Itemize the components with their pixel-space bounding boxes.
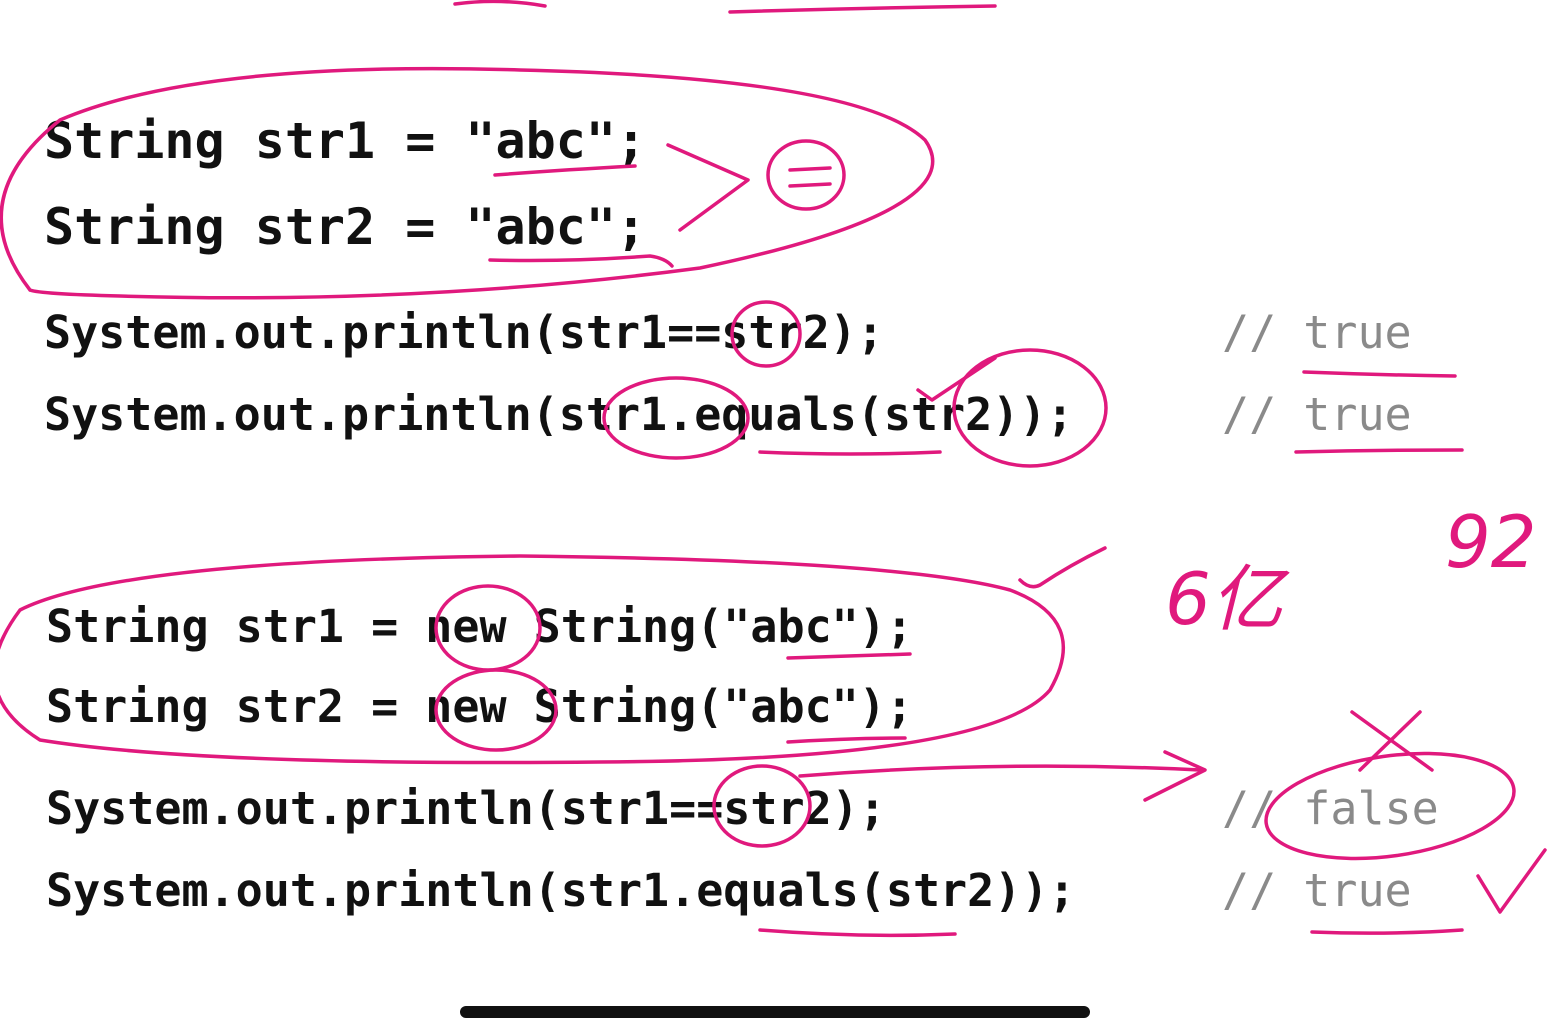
comment-result-true-2: // true <box>1222 388 1412 441</box>
underline-equals-2 <box>758 928 957 938</box>
underline-abc-4 <box>786 736 907 744</box>
underline-equals-1 <box>758 450 942 456</box>
code-line-str1-new: String str1 = new String("abc"); <box>46 600 913 653</box>
bracket-arrow <box>666 143 750 232</box>
code-line-str2-new: String str2 = new String("abc"); <box>46 680 913 733</box>
code-line-compare-equals-1: System.out.println(str1.equals(str2)); <box>44 388 1074 441</box>
underline-abc-3 <box>786 652 912 660</box>
comment-result-true-1: // true <box>1222 306 1412 359</box>
code-line-compare-ref-2: System.out.println(str1==str2); <box>46 782 886 835</box>
top-partial-stroke-2 <box>728 4 997 14</box>
code-line-str2-literal: String str2 = "abc"; <box>44 198 647 256</box>
home-indicator-bar[interactable] <box>460 1006 1090 1018</box>
equals-circle <box>766 139 846 211</box>
cross-line-2 <box>1358 710 1422 772</box>
block1-ellipse <box>0 66 935 300</box>
check-mark-block2 <box>1018 546 1107 589</box>
code-line-compare-equals-2: System.out.println(str1.equals(str2)); <box>46 864 1076 917</box>
code-line-compare-ref-1: System.out.println(str1==str2); <box>44 306 884 359</box>
underline-abc-2 <box>488 254 674 268</box>
underline-true-2 <box>1294 448 1464 454</box>
equals-mark-bottom <box>788 182 832 188</box>
top-partial-stroke-1 <box>453 0 547 8</box>
cross-line-1 <box>1350 710 1434 772</box>
equals-mark-top <box>788 166 832 172</box>
underline-true-1 <box>1302 370 1457 378</box>
arrow-head <box>1143 750 1207 802</box>
comment-result-true-3: // true <box>1222 864 1412 917</box>
underline-true-3 <box>1310 928 1464 935</box>
code-line-str1-literal: String str1 = "abc"; <box>44 112 647 170</box>
note-handwritten-right: 92 <box>1445 500 1537 584</box>
arrow-to-false <box>798 764 1202 778</box>
comment-result-false: // false <box>1222 782 1439 835</box>
lecture-slide: String str1 = "abc"; String str2 = "abc"… <box>0 0 1549 1020</box>
note-handwritten-left: 6亿 <box>1165 557 1283 641</box>
check-mark-true <box>1476 848 1547 914</box>
